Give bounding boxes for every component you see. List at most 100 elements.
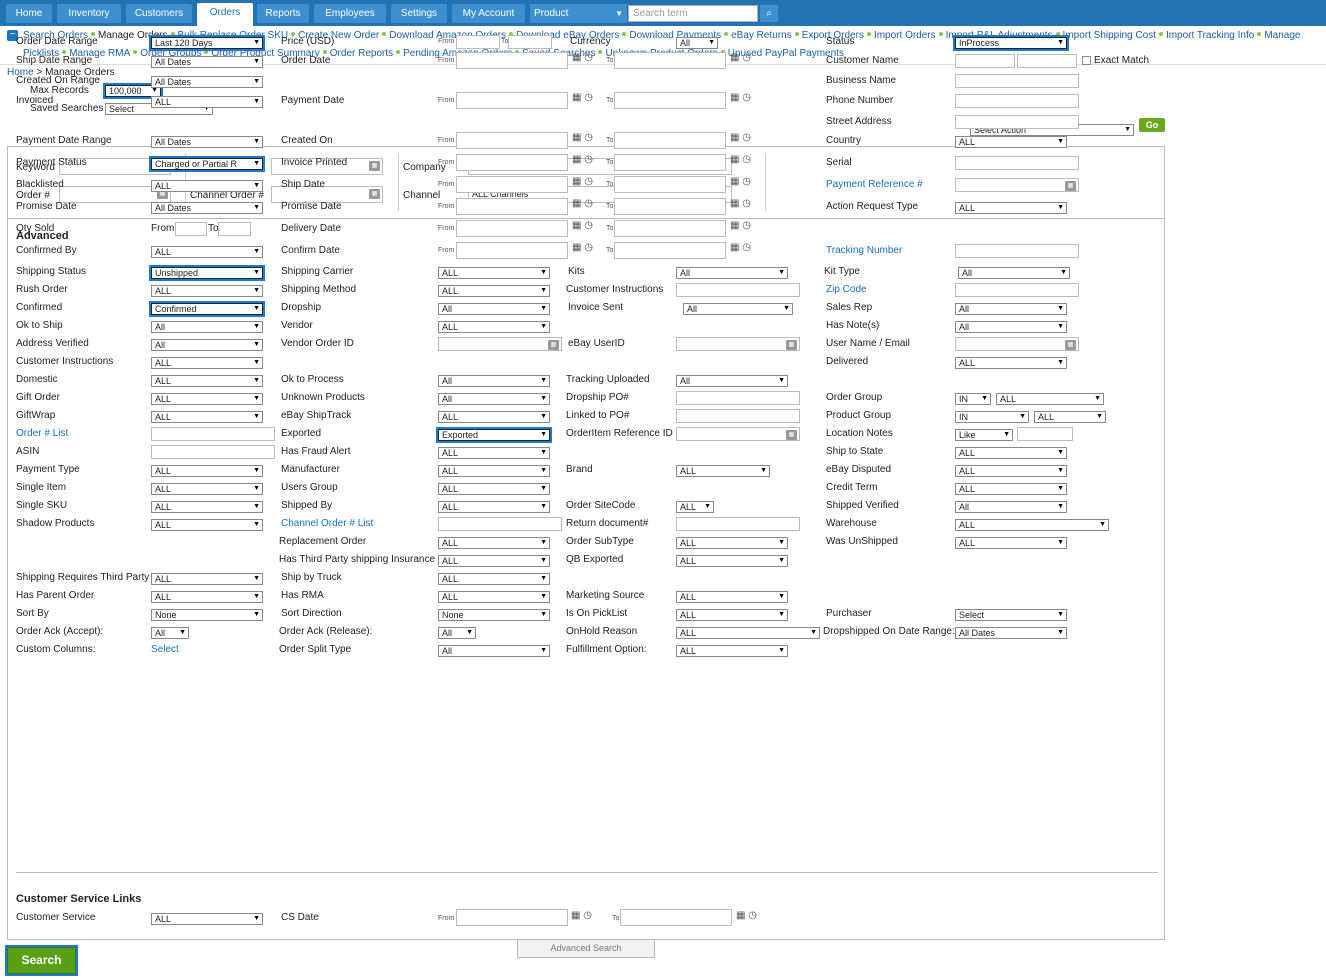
cs-date-to-input[interactable]: [620, 909, 732, 926]
calendar-clock-icon[interactable]: ▦ ◷: [572, 199, 593, 209]
shipped-by-select[interactable]: ALL: [438, 501, 550, 513]
giftwrap-select[interactable]: ALL: [151, 411, 263, 423]
asin-input[interactable]: [151, 445, 275, 459]
currency-select[interactable]: All: [676, 37, 718, 49]
calendar-clock-icon[interactable]: ▦ ◷: [572, 221, 593, 231]
created-on-to-input[interactable]: [614, 132, 726, 149]
confirm-date-to-input[interactable]: [614, 242, 726, 259]
location-notes-operator-select[interactable]: Like: [955, 429, 1013, 441]
users-group-select[interactable]: ALL: [438, 483, 550, 495]
customer-first-name-input[interactable]: [955, 54, 1015, 68]
promise-date-select[interactable]: All Dates: [151, 202, 263, 214]
exported-select[interactable]: Exported: [436, 427, 552, 443]
serial-input[interactable]: [955, 156, 1079, 170]
qty-sold-from-input[interactable]: [175, 222, 207, 236]
price-from-input[interactable]: [456, 35, 500, 49]
nav-tab-my-account[interactable]: My Account: [452, 4, 525, 23]
shipping-method-select[interactable]: ALL: [438, 285, 550, 297]
search-icon[interactable]: ⌕: [760, 5, 778, 22]
exact-match-checkbox[interactable]: [1082, 56, 1091, 65]
vendor-select[interactable]: ALL: [438, 321, 550, 333]
country-select[interactable]: ALL: [955, 136, 1067, 148]
marketing-source-select[interactable]: ALL: [676, 591, 788, 603]
delivery-date-from-input[interactable]: [456, 220, 568, 237]
order-date-from-input[interactable]: [456, 52, 568, 69]
ship-by-truck-select[interactable]: ALL: [438, 573, 550, 585]
search-term-input[interactable]: Search term: [628, 5, 758, 22]
lookup-icon[interactable]: ▦: [1065, 340, 1076, 350]
calendar-clock-icon[interactable]: ▦ ◷: [572, 133, 593, 143]
sales-rep-select[interactable]: All: [955, 303, 1067, 315]
ship-date-to-input[interactable]: [614, 176, 726, 193]
lookup-icon[interactable]: ▦: [786, 430, 797, 440]
order-ack-accept-select[interactable]: All: [151, 627, 189, 639]
customer-instructions-input[interactable]: [676, 283, 800, 297]
onhold-reason-select[interactable]: ALL: [676, 627, 820, 639]
customer-last-name-input[interactable]: [1017, 54, 1077, 68]
manufacturer-select[interactable]: ALL: [438, 465, 550, 477]
replacement-order-select[interactable]: ALL: [438, 537, 550, 549]
calendar-clock-icon[interactable]: ▦ ◷: [736, 911, 757, 921]
product-group-operator-select[interactable]: IN: [955, 411, 1029, 423]
ship-to-state-select[interactable]: ALL: [955, 447, 1067, 459]
created-on-range-select[interactable]: All Dates: [151, 76, 263, 88]
shadow-products-select[interactable]: ALL: [151, 519, 263, 531]
order-subtype-select[interactable]: ALL: [676, 537, 788, 549]
calendar-clock-icon[interactable]: ▦ ◷: [730, 155, 751, 165]
calendar-clock-icon[interactable]: ▦ ◷: [572, 243, 593, 253]
zip-code-input[interactable]: [955, 283, 1079, 297]
qb-exported-select[interactable]: ALL: [676, 555, 788, 567]
dropship-po-input[interactable]: [676, 391, 800, 405]
calendar-clock-icon[interactable]: ▦ ◷: [730, 53, 751, 63]
fulfillment-option-select[interactable]: ALL: [676, 645, 788, 657]
advanced-search-button[interactable]: Advanced Search: [517, 939, 655, 958]
rush-order-select[interactable]: ALL: [151, 285, 263, 297]
submenu-link[interactable]: Import Shipping Cost: [1063, 30, 1156, 41]
has-fraud-alert-select[interactable]: ALL: [438, 447, 550, 459]
delivery-date-to-input[interactable]: [614, 220, 726, 237]
promise-date-from-input[interactable]: [456, 198, 568, 215]
invoice-sent-select[interactable]: All: [683, 303, 793, 315]
has-parent-order-select[interactable]: ALL: [151, 591, 263, 603]
qty-sold-to-input[interactable]: [218, 222, 251, 236]
linked-to-po-input[interactable]: [676, 409, 800, 423]
go-button[interactable]: Go: [1139, 118, 1165, 132]
customer-service-select[interactable]: ALL: [151, 913, 263, 925]
kit-type-select[interactable]: All: [958, 267, 1070, 279]
order-ack-release-select[interactable]: All: [438, 627, 476, 639]
calendar-clock-icon[interactable]: ▦ ◷: [572, 93, 593, 103]
calendar-clock-icon[interactable]: ▦ ◷: [572, 53, 593, 63]
calendar-clock-icon[interactable]: ▦ ◷: [730, 221, 751, 231]
purchaser-select[interactable]: Select: [955, 609, 1067, 621]
calendar-clock-icon[interactable]: ▦ ◷: [730, 199, 751, 209]
ebay-shiptrack-select[interactable]: ALL: [438, 411, 550, 423]
payment-date-range-select[interactable]: All Dates: [151, 136, 263, 148]
vendor-order-id-input[interactable]: ▦: [438, 337, 562, 351]
submenu-link[interactable]: Import Tracking Info: [1166, 30, 1254, 41]
nav-tab-reports[interactable]: Reports: [257, 4, 309, 23]
calendar-clock-icon[interactable]: ▦ ◷: [730, 177, 751, 187]
order-date-to-input[interactable]: [614, 52, 726, 69]
nav-tab-settings[interactable]: Settings: [391, 4, 447, 23]
order-date-range-select[interactable]: Last 120 Days: [149, 35, 265, 51]
lookup-icon[interactable]: ▦: [548, 340, 559, 350]
blacklisted-select[interactable]: ALL: [151, 180, 263, 192]
credit-term-select[interactable]: ALL: [955, 483, 1067, 495]
product-group-select[interactable]: ALL: [1034, 411, 1106, 423]
tracking-number-input[interactable]: [955, 244, 1079, 258]
has-third-party-shipping-insurance-select[interactable]: ALL: [438, 555, 550, 567]
search-button[interactable]: Search: [5, 945, 78, 976]
dropshipped-on-date-range-select[interactable]: All Dates: [955, 627, 1067, 639]
address-verified-select[interactable]: All: [151, 339, 263, 351]
confirm-date-from-input[interactable]: [456, 242, 568, 259]
location-notes-input[interactable]: [1017, 427, 1073, 441]
sort-direction-select[interactable]: None: [438, 609, 550, 621]
confirmed-by-select[interactable]: ALL: [151, 246, 263, 258]
lookup-icon[interactable]: ▦: [1065, 181, 1076, 191]
order-list-label[interactable]: Order # List: [16, 428, 68, 440]
submenu-link[interactable]: eBay Returns: [731, 30, 792, 41]
shipping-status-select[interactable]: Unshipped: [149, 265, 265, 281]
ok-to-process-select[interactable]: All: [438, 375, 550, 387]
user-name-email-input[interactable]: ▦: [955, 337, 1079, 351]
product-search-type-select[interactable]: Product ▼: [530, 4, 627, 23]
